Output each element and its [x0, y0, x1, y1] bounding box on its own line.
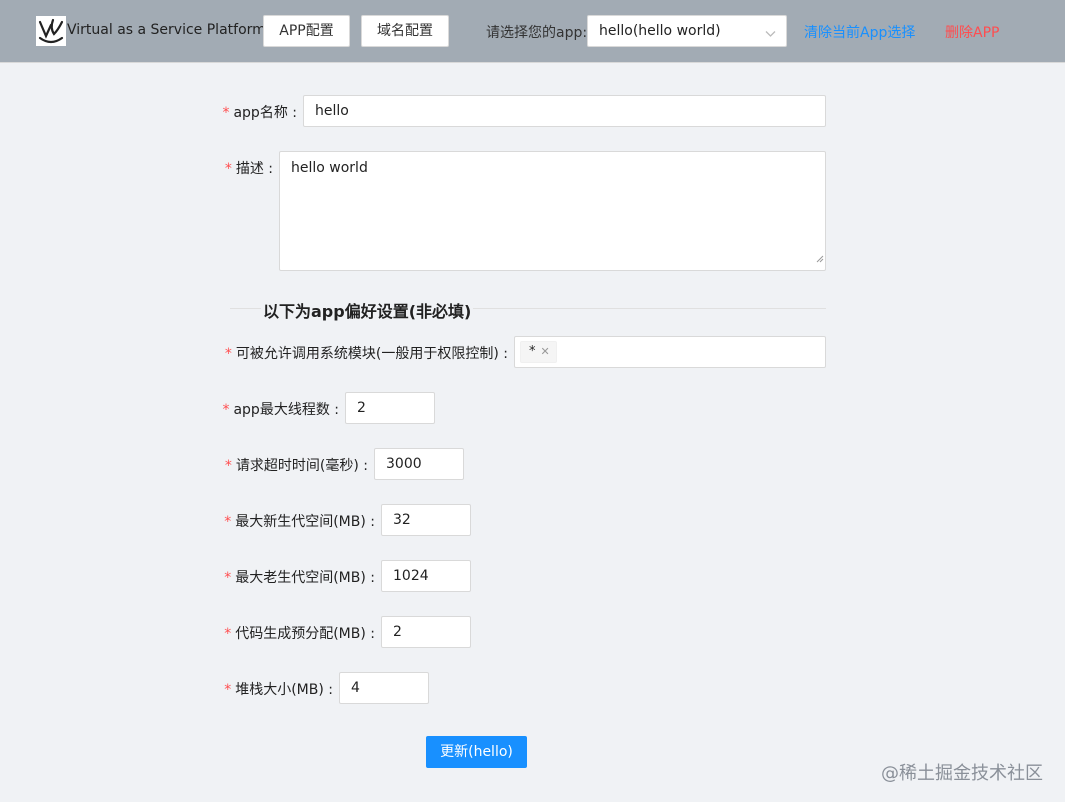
- app-name-label: * app名称 :: [222, 105, 297, 121]
- timeout-input[interactable]: 3000: [374, 448, 464, 480]
- required-mark: *: [224, 161, 232, 177]
- preferences-heading: 以下为app偏好设置(非必填): [261, 298, 474, 322]
- new-space-row: * 最大新生代空间(MB) :: [0, 504, 375, 536]
- app-name-input[interactable]: hello: [303, 95, 826, 127]
- chevron-down-icon: [765, 26, 776, 42]
- stack-input[interactable]: 4: [339, 672, 429, 704]
- codegen-input[interactable]: 2: [381, 616, 471, 648]
- old-space-row: * 最大老生代空间(MB) :: [0, 560, 375, 592]
- description-text: hello world: [291, 160, 368, 176]
- required-mark: *: [224, 514, 232, 530]
- required-mark: *: [222, 402, 230, 418]
- description-label: * 描述 :: [224, 161, 273, 177]
- app-config-button[interactable]: APP配置: [263, 15, 350, 47]
- logo-icon[interactable]: [36, 16, 66, 46]
- description-textarea[interactable]: hello world: [279, 151, 826, 271]
- top-header: Virtual as a Service Platform APP配置 域名配置…: [0, 0, 1065, 63]
- stack-label: * 堆栈大小(MB) :: [224, 682, 333, 698]
- delete-app-link[interactable]: 删除APP: [945, 22, 999, 42]
- modules-row: * 可被允许调用系统模块(一般用于权限控制) :: [0, 336, 508, 368]
- domain-config-button[interactable]: 域名配置: [361, 15, 449, 47]
- max-threads-label: * app最大线程数 :: [222, 402, 339, 418]
- required-mark: *: [224, 458, 232, 474]
- modules-select[interactable]: * ✕: [514, 336, 826, 368]
- codegen-row: * 代码生成预分配(MB) :: [0, 616, 375, 648]
- codegen-label: * 代码生成预分配(MB) :: [224, 626, 375, 642]
- resize-handle-icon[interactable]: [816, 249, 824, 269]
- watermark: @稀土掘金技术社区: [881, 763, 1043, 784]
- required-mark: *: [224, 682, 232, 698]
- required-mark: *: [222, 105, 230, 121]
- update-button[interactable]: 更新(hello): [426, 736, 527, 768]
- required-mark: *: [224, 570, 232, 586]
- timeout-row: * 请求超时时间(毫秒) :: [0, 448, 368, 480]
- app-select[interactable]: hello(hello world): [587, 15, 787, 47]
- close-icon[interactable]: ✕: [541, 345, 550, 358]
- required-mark: *: [224, 346, 232, 362]
- max-threads-row: * app最大线程数 :: [0, 392, 339, 424]
- old-space-label: * 最大老生代空间(MB) :: [224, 570, 375, 586]
- new-space-input[interactable]: 32: [381, 504, 471, 536]
- timeout-label: * 请求超时时间(毫秒) :: [224, 458, 368, 474]
- app-select-label: 请选择您的app:: [486, 25, 588, 41]
- new-space-label: * 最大新生代空间(MB) :: [224, 514, 375, 530]
- max-threads-input[interactable]: 2: [345, 392, 435, 424]
- required-mark: *: [224, 626, 232, 642]
- description-row: * 描述 :: [0, 151, 273, 183]
- module-tag: * ✕: [520, 341, 557, 363]
- old-space-input[interactable]: 1024: [381, 560, 471, 592]
- clear-selection-link[interactable]: 清除当前App选择: [804, 22, 915, 42]
- app-name-row: * app名称 :: [0, 95, 297, 127]
- app-title: Virtual as a Service Platform: [67, 22, 266, 38]
- stack-row: * 堆栈大小(MB) :: [0, 672, 333, 704]
- app-select-value: hello(hello world): [599, 23, 721, 39]
- modules-label: * 可被允许调用系统模块(一般用于权限控制) :: [224, 346, 508, 362]
